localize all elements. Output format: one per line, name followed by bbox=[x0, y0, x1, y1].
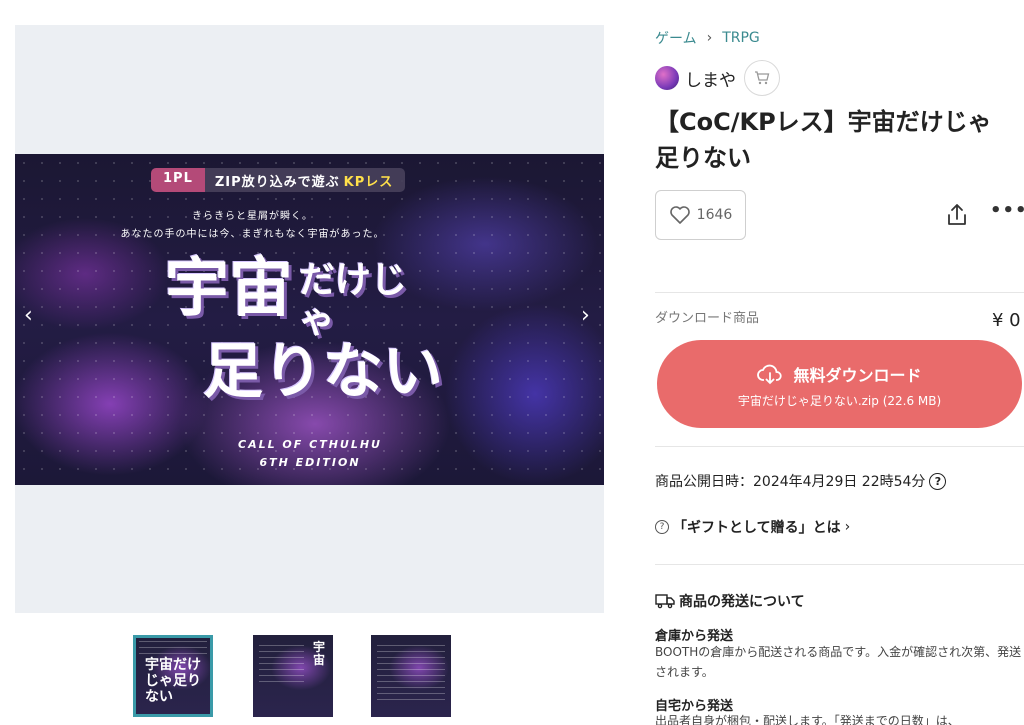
gift-info-link[interactable]: ? 「ギフトとして贈る」とは › bbox=[655, 517, 850, 537]
next-image-chevron-right-icon[interactable]: › bbox=[581, 303, 590, 328]
product-title: 【CoC/KPレス】宇宙だけじゃ足りない bbox=[655, 108, 992, 172]
more-icon[interactable]: ••• bbox=[990, 200, 1024, 221]
home-text: 出品者自身が梱包・配送します。「発送までの日数」は、 bbox=[655, 714, 960, 725]
shop-avatar[interactable] bbox=[655, 66, 679, 90]
help-icon[interactable]: ? bbox=[929, 472, 947, 490]
thumbnail-2[interactable]: 宇宙 bbox=[253, 635, 333, 717]
thumbnail-1-label: 宇宙だけじゃ足りない bbox=[145, 657, 201, 705]
divider bbox=[655, 564, 1024, 565]
share-button[interactable] bbox=[946, 203, 968, 231]
banner-title-a: 宇宙 bbox=[165, 251, 293, 326]
download-button-label: 無料ダウンロード bbox=[793, 366, 922, 385]
banner-tag-kpless: ZIP放り込みで遊ぶ KPレス bbox=[204, 168, 406, 192]
banner-title-b: だけじゃ bbox=[299, 259, 408, 341]
banner-subtitle-2: あなたの手の中には今、まぎれもなく宇宙があった。 bbox=[120, 229, 385, 240]
like-count: 1646 bbox=[696, 207, 733, 223]
divider bbox=[655, 292, 1024, 293]
main-product-image[interactable]: 1PL ZIP放り込みで遊ぶ KPレス きらきらと星屑が瞬く。 あなたの手の中には… bbox=[15, 154, 604, 485]
shop-name[interactable]: しまや bbox=[685, 66, 736, 91]
heart-icon bbox=[669, 206, 690, 224]
breadcrumb-category[interactable]: ゲーム bbox=[655, 28, 697, 48]
shipping-section-title: 商品の発送について bbox=[655, 591, 805, 611]
thumbnail-text-lines bbox=[139, 641, 207, 655]
thumbnail-3[interactable] bbox=[371, 635, 451, 717]
warehouse-text: BOOTHの倉庫から配送される商品です。入金が確認され次第、発送されます。 bbox=[655, 645, 1022, 679]
cart-icon bbox=[755, 71, 770, 85]
divider bbox=[655, 446, 1024, 447]
thumbnail-2-label: 宇宙 bbox=[313, 640, 326, 667]
cloud-download-icon bbox=[757, 364, 783, 385]
download-file-label: 宇宙だけじゃ足りない.zip (22.6 MB) bbox=[737, 394, 942, 408]
published-date-text: 商品公開日時：2024年4月29日 22時54分 bbox=[655, 474, 926, 490]
thumbnail-text-lines bbox=[259, 645, 304, 685]
banner-system-1: CALL OF CTHULHU bbox=[238, 438, 382, 451]
shop-info: しまや bbox=[655, 60, 780, 96]
product-type-label: ダウンロード商品 bbox=[655, 311, 760, 326]
help-icon: ? bbox=[655, 520, 669, 534]
shipping-title: 商品の発送について bbox=[679, 594, 805, 610]
like-button[interactable]: 1646 bbox=[655, 190, 746, 240]
banner-title-c: 足りない bbox=[203, 337, 443, 407]
thumbnail-strip: 宇宙だけじゃ足りない 宇宙 bbox=[0, 635, 620, 725]
download-button-main: 無料ダウンロード bbox=[657, 362, 1022, 386]
banner-tag-1pl: 1PL bbox=[151, 168, 205, 192]
breadcrumb-subcategory[interactable]: TRPG bbox=[722, 30, 760, 46]
thumbnail-1[interactable]: 宇宙だけじゃ足りない bbox=[133, 635, 213, 717]
breadcrumb: ゲーム › TRPG bbox=[655, 28, 760, 48]
free-download-button[interactable]: 無料ダウンロード 宇宙だけじゃ足りない.zip (22.6 MB) bbox=[657, 340, 1022, 428]
chevron-right-icon: › bbox=[844, 519, 851, 535]
price: ¥ 0 bbox=[992, 310, 1021, 331]
prev-image-chevron-left-icon[interactable]: ‹ bbox=[24, 303, 33, 328]
banner-system-2: 6TH EDITION bbox=[259, 456, 361, 469]
chevron-right-icon: › bbox=[706, 30, 713, 46]
shop-cart-button[interactable] bbox=[744, 60, 780, 96]
gift-info-label: 「ギフトとして贈る」とは bbox=[673, 520, 841, 536]
thumbnail-text-lines bbox=[377, 645, 445, 705]
share-icon bbox=[948, 204, 966, 225]
banner-tag: 1PL ZIP放り込みで遊ぶ KPレス bbox=[151, 168, 406, 192]
published-date: 商品公開日時：2024年4月29日 22時54分 ? bbox=[655, 471, 947, 491]
truck-icon bbox=[655, 594, 675, 609]
banner-subtitle-1: きらきらと星屑が瞬く。 bbox=[192, 211, 313, 222]
